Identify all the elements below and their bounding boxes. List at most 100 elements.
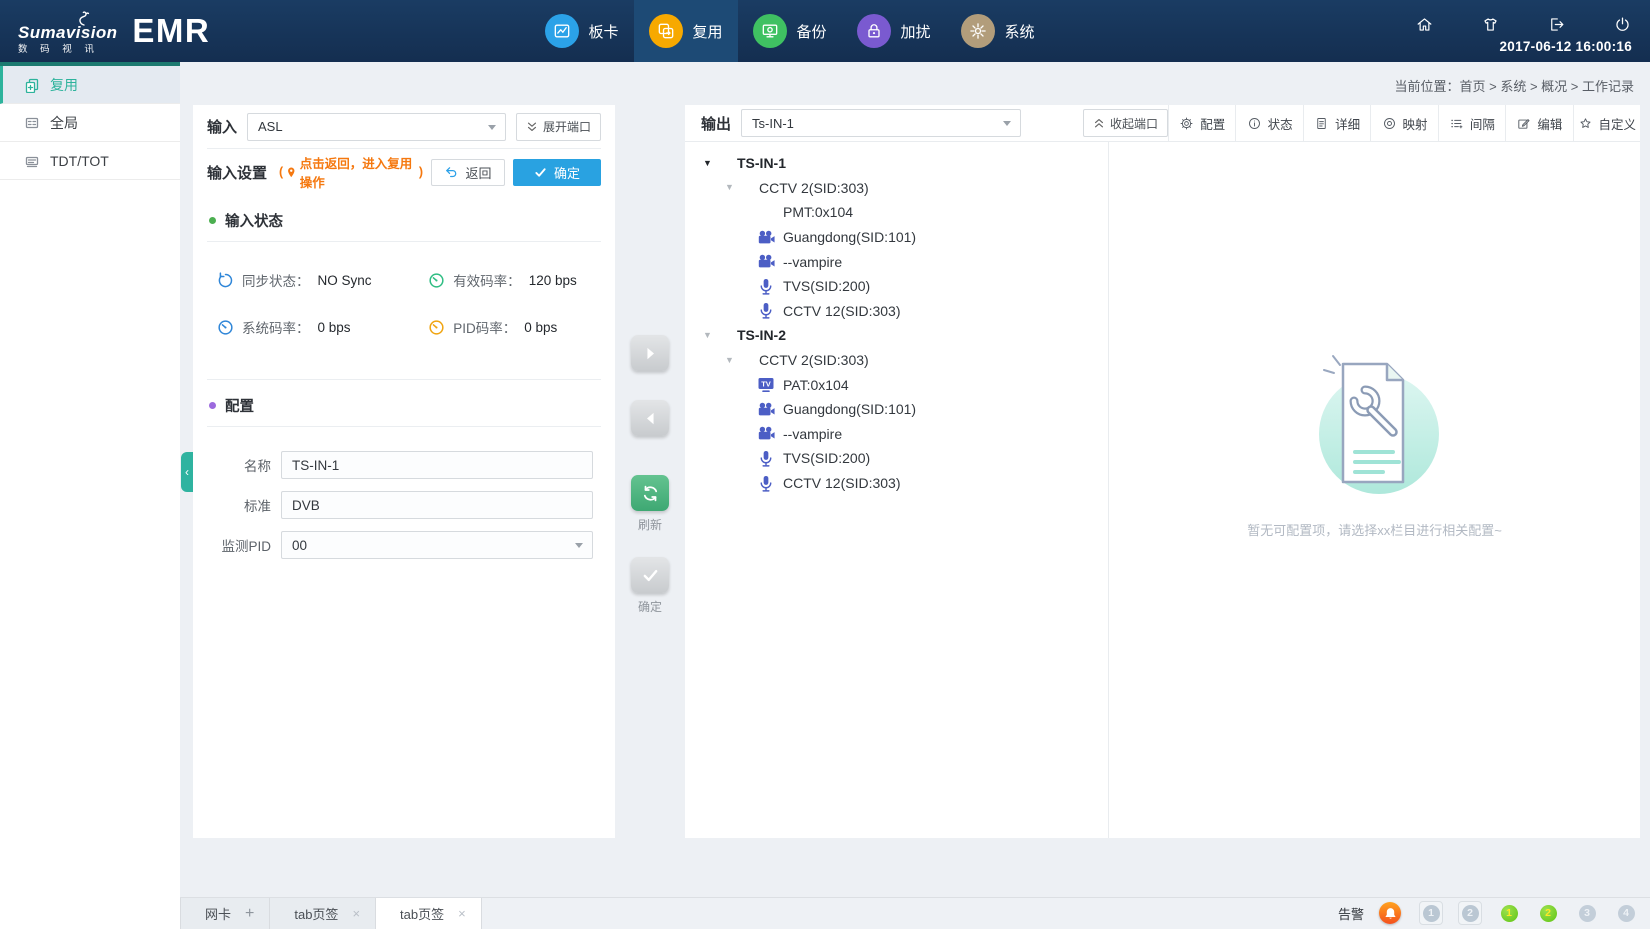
tree-row[interactable]: ▼ TV --vampire bbox=[685, 249, 1108, 274]
sidebar-item[interactable]: 全局 bbox=[0, 104, 180, 142]
close-tab-icon[interactable]: × bbox=[458, 906, 466, 921]
tree-row[interactable]: ▼ TV PMT:0x104 bbox=[685, 200, 1108, 225]
main-nav: 板卡 复用 bbox=[530, 0, 1050, 62]
nav-tab-label: 系统 bbox=[1004, 21, 1034, 42]
config-field-input[interactable]: 00 bbox=[281, 531, 593, 559]
tree-row[interactable]: ▼ TV CCTV 2(SID:303) bbox=[685, 348, 1108, 373]
nav-tab[interactable]: 板卡 bbox=[530, 0, 634, 62]
transfer-button[interactable] bbox=[631, 557, 669, 593]
input-status-title-text: 输入状态 bbox=[225, 210, 283, 231]
microphone-icon bbox=[757, 278, 775, 295]
tree-row[interactable]: ▼ TV CCTV 2(SID:303) bbox=[685, 176, 1108, 201]
tree-item-label: TS-IN-1 bbox=[737, 155, 786, 171]
nav-tab-label: 板卡 bbox=[588, 21, 618, 42]
toolbar-button[interactable]: 自定义 bbox=[1573, 105, 1640, 141]
power-icon[interactable] bbox=[1613, 15, 1632, 34]
camera-icon bbox=[757, 401, 775, 418]
transfer-button-group: 确定 bbox=[631, 557, 669, 615]
bottom-tab-label: tab页签 bbox=[400, 904, 444, 923]
tree-row[interactable]: ▼ TV TS-IN-1 bbox=[685, 151, 1108, 176]
transfer-button[interactable] bbox=[631, 400, 669, 436]
theme-shirt-icon[interactable] bbox=[1481, 15, 1500, 34]
confirm-button[interactable]: 确定 bbox=[513, 159, 601, 186]
status-light[interactable]: 3 bbox=[1575, 901, 1599, 925]
app-title: EMR bbox=[132, 12, 210, 50]
tree-item-icon: TV bbox=[757, 278, 775, 295]
expand-ports-button[interactable]: 展开端口 bbox=[516, 113, 601, 141]
config-field-input[interactable]: DVB bbox=[281, 491, 593, 519]
tree-row[interactable]: ▼ TV TVS(SID:200) bbox=[685, 446, 1108, 471]
toolbar-button-label: 状态 bbox=[1268, 114, 1293, 133]
config-field-input[interactable]: TS-IN-1 bbox=[281, 451, 593, 479]
add-tab-icon[interactable]: + bbox=[245, 906, 254, 922]
toolbar-button-label: 映射 bbox=[1403, 114, 1428, 133]
chevron-down-icon bbox=[1003, 121, 1011, 126]
nav-tab-label: 加扰 bbox=[900, 21, 930, 42]
camera-icon bbox=[757, 253, 775, 270]
status-light[interactable]: 2 bbox=[1536, 901, 1560, 925]
mapping-target-icon bbox=[1382, 116, 1397, 131]
settings-hint: ( 点击返回，进入复用操作 ) bbox=[279, 153, 423, 191]
toolbar-button[interactable]: 配置 bbox=[1168, 105, 1235, 141]
toolbar-button[interactable]: 映射 bbox=[1370, 105, 1437, 141]
empty-config-area: 暂无可配置项，请选择xx栏目进行相关配置~ bbox=[1109, 142, 1640, 838]
sidebar-item[interactable]: 复用 bbox=[0, 66, 180, 104]
panel-collapse-handle[interactable]: ‹ bbox=[181, 452, 193, 492]
transfer-button[interactable] bbox=[631, 335, 669, 371]
toolbar-button[interactable]: 状态 bbox=[1235, 105, 1302, 141]
tree-row[interactable]: ▼ TV --vampire bbox=[685, 422, 1108, 447]
bottom-tab[interactable]: tab页签 + × bbox=[376, 898, 482, 929]
breadcrumb: 当前位置：首页 > 系统 > 概况 > 工作记录 bbox=[1395, 76, 1634, 95]
input-settings-title: 输入设置 bbox=[207, 162, 267, 183]
transfer-button-group: 刷新 bbox=[631, 475, 669, 533]
status-light[interactable]: 4 bbox=[1614, 901, 1638, 925]
output-tree: ▼ TV TS-IN-1 ▼ TV CCTV 2( bbox=[685, 142, 1109, 838]
input-status-section-title: 输入状态 bbox=[207, 195, 601, 242]
nav-tab[interactable]: 加扰 bbox=[842, 0, 946, 62]
tree-row[interactable]: ▼ TV PAT:0x104 bbox=[685, 372, 1108, 397]
back-button[interactable]: 返回 bbox=[431, 159, 505, 186]
status-light-number: 3 bbox=[1579, 905, 1596, 922]
status-value: NO Sync bbox=[318, 273, 372, 288]
status-light[interactable]: 1 bbox=[1497, 901, 1521, 925]
gear-icon bbox=[1179, 116, 1194, 131]
transfer-button[interactable] bbox=[631, 475, 669, 511]
input-port-select[interactable]: ASL bbox=[247, 113, 506, 141]
status-light[interactable]: 2 bbox=[1458, 901, 1482, 925]
status-value: 120 bps bbox=[529, 273, 577, 288]
tree-item-icon: TV bbox=[757, 229, 775, 246]
toolbar-button[interactable]: 间隔 bbox=[1438, 105, 1505, 141]
output-port-select[interactable]: Ts-IN-1 bbox=[741, 109, 1021, 137]
bottom-tab-label: 网卡 bbox=[205, 904, 231, 923]
sidebar-item[interactable]: TDT/TOT bbox=[0, 142, 180, 180]
tree-row[interactable]: ▼ TV TVS(SID:200) bbox=[685, 274, 1108, 299]
tree-item-icon: TV bbox=[757, 302, 775, 319]
collapse-ports-button[interactable]: 收起端口 bbox=[1083, 109, 1168, 137]
tree-row[interactable]: ▼ TV CCTV 12(SID:303) bbox=[685, 471, 1108, 496]
empty-state-text: 暂无可配置项，请选择xx栏目进行相关配置~ bbox=[1247, 520, 1502, 539]
config-field-value: 00 bbox=[292, 538, 307, 553]
nav-tab[interactable]: 复用 bbox=[634, 0, 738, 62]
logout-icon[interactable] bbox=[1547, 15, 1566, 34]
tree-item-icon: TV bbox=[757, 450, 775, 467]
bottom-tab[interactable]: tab页签 + × bbox=[270, 898, 376, 929]
tree-row[interactable]: ▼ TV TS-IN-2 bbox=[685, 323, 1108, 348]
toolbar-button[interactable]: 详细 bbox=[1303, 105, 1370, 141]
tree-expander-icon[interactable]: ▼ bbox=[725, 356, 735, 365]
tree-row[interactable]: ▼ TV Guangdong(SID:101) bbox=[685, 225, 1108, 250]
tree-row[interactable]: ▼ TV CCTV 12(SID:303) bbox=[685, 299, 1108, 324]
alarm-bell-icon[interactable] bbox=[1379, 902, 1401, 924]
nav-tab[interactable]: 系统 bbox=[946, 0, 1050, 62]
tree-expander-icon[interactable]: ▼ bbox=[703, 159, 713, 168]
toolbar-button[interactable]: 编辑 bbox=[1505, 105, 1572, 141]
tree-expander-icon[interactable]: ▼ bbox=[703, 331, 713, 340]
status-item: 同步状态： NO Sync bbox=[217, 270, 428, 290]
tree-expander-icon[interactable]: ▼ bbox=[725, 183, 735, 192]
tree-row[interactable]: ▼ TV Guangdong(SID:101) bbox=[685, 397, 1108, 422]
collapse-ports-label: 收起端口 bbox=[1110, 115, 1158, 132]
bottom-tab[interactable]: 网卡 + × bbox=[180, 898, 270, 929]
home-icon[interactable] bbox=[1415, 15, 1434, 34]
status-light[interactable]: 1 bbox=[1419, 901, 1443, 925]
close-tab-icon[interactable]: × bbox=[352, 906, 360, 921]
nav-tab[interactable]: 备份 bbox=[738, 0, 842, 62]
